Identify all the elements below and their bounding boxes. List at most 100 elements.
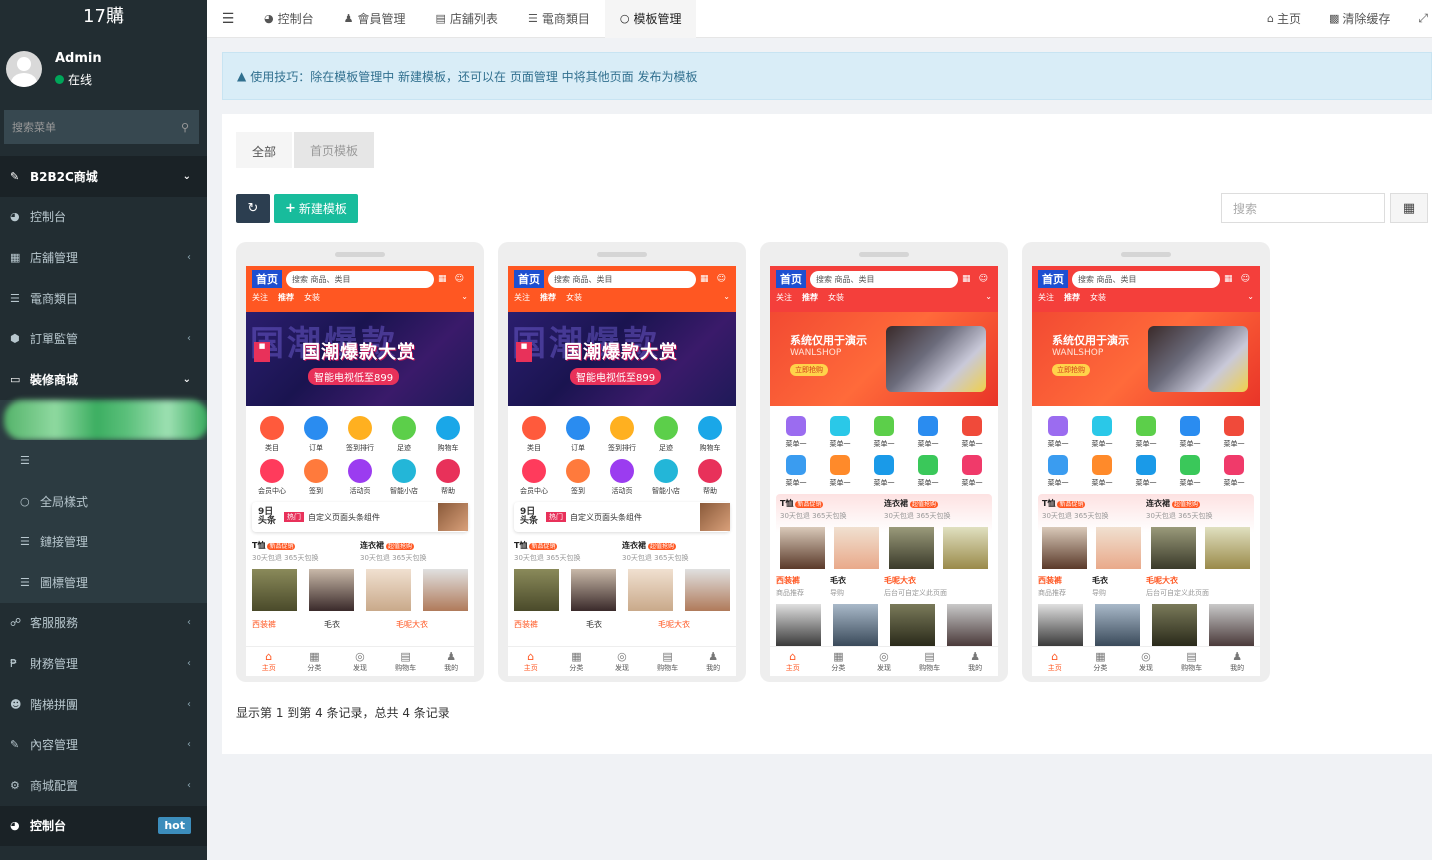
template-card[interactable]: 首页 搜索 商品、类目 ▦ ☺ 关注 推荐 女装 ⌄ 国潮爆款 ■ 国潮爆款大赏 智能电… [236, 242, 484, 682]
template-card[interactable]: 首页 搜索 商品、类目 ▦ ☺ 关注 推荐 女装 ⌄ 系统仅用于演示 WANLSHOP … [1022, 242, 1270, 682]
phone-search: 搜索 商品、类目 [286, 270, 434, 288]
phone-preview: 首页 搜索 商品、类目 ▦ ☺ 关注 推荐 女装 ⌄ 国潮爆款 ■ 国潮爆款大赏 智能电… [508, 266, 736, 676]
template-card[interactable]: 首页 搜索 商品、类目 ▦ ☺ 关注 推荐 女装 ⌄ 系统仅用于演示 WANLSHOP … [760, 242, 1008, 682]
chevron-left-icon: ‹ [187, 617, 191, 629]
tab-store-list[interactable]: ▤ 店舖列表 [421, 0, 513, 38]
blurred-region [4, 399, 207, 440]
tab-all[interactable]: 全部 [236, 132, 293, 168]
user-status: 在线 [55, 71, 102, 88]
phone-icon-grid: 类目 订单 签到排行 足迹 购物车 会员中心 签到 活动页 智能小店 帮助 [246, 406, 474, 496]
chevron-left-icon: ‹ [187, 698, 191, 710]
home-icon: ⌂ [527, 650, 535, 663]
home-icon: ⌂ [1266, 12, 1274, 25]
sidebar-menu: ✎ B2B2C商城 ⌄ ◕ 控制台 ▦ 店舖管理 ‹ ☰ 電商類目 ⬢ 訂單監管… [0, 156, 207, 847]
pagination-info: 显示第 1 到第 4 条记录，总共 4 条记录 [236, 706, 450, 720]
tab-template-management[interactable]: ○ 模板管理 [604, 0, 697, 38]
top-nav: ☰ ◕ 控制台 ♟ 會員管理 ▤ 店舖列表 ☰ 電商類目 ○ 模板管理 ⌂ 主页 ▩ 清除缓存… [207, 0, 1432, 38]
search-icon[interactable]: ⚲ [181, 121, 189, 134]
list-icon: ☰ [527, 12, 538, 25]
phone-home-label: 首页 [252, 270, 282, 288]
chevron-down-icon: ⌄ [985, 292, 992, 301]
message-icon: ☺ [716, 274, 726, 284]
cart-icon: ▤ [662, 650, 673, 663]
edit-icon: ✎ [10, 738, 20, 752]
cart-icon: ▤ [1186, 650, 1197, 663]
message-icon: ☺ [454, 274, 464, 284]
home-icon: ⌂ [265, 650, 273, 663]
template-card[interactable]: 首页 搜索 商品、类目 ▦ ☺ 关注 推荐 女装 ⌄ 国潮爆款 ■ 国潮爆款大赏 智能电… [498, 242, 746, 682]
banner-tag-icon: ■ [254, 342, 270, 362]
sidebar-item-blurred-2[interactable]: ☰ [0, 440, 207, 481]
columns-button[interactable]: ▦ [1390, 193, 1428, 223]
sidebar-item-decoration[interactable]: ▭ 裝修商城 ⌄ [0, 359, 207, 400]
chevron-down-icon: ⌄ [723, 292, 730, 301]
avatar [6, 51, 42, 87]
phone-preview: 首页 搜索 商品、类目 ▦ ☺ 关注 推荐 女装 ⌄ 国潮爆款 ■ 国潮爆款大赏 智能电… [246, 266, 474, 676]
banner-tag-icon: ■ [516, 342, 532, 362]
plus-icon: + [285, 201, 296, 216]
add-template-button[interactable]: + 新建模板 [274, 194, 358, 223]
phone-banner: 国潮爆款 ■ 国潮爆款大赏 智能电视低至899 [246, 312, 474, 406]
clear-cache-button[interactable]: ▩ 清除缓存 [1315, 10, 1404, 27]
sidebar-item-dashboard[interactable]: ◕ 控制台 [0, 197, 207, 238]
sidebar-item-orders[interactable]: ⬢ 訂單監管 ‹ [0, 318, 207, 359]
compass-icon: ◎ [355, 650, 365, 663]
sidebar-item-dashboard-hot[interactable]: ◕ 控制台 hot [0, 805, 207, 847]
image-icon: ☰ [20, 575, 30, 589]
tab-members[interactable]: ♟ 會員管理 [329, 0, 421, 38]
user-icon: ♟ [1232, 650, 1243, 663]
hot-badge: hot [158, 817, 191, 835]
phone-notice: 9日头条 热门 自定义页面头条组件 [252, 502, 468, 532]
sidebar-item-group-buy[interactable]: ☻ 階梯拼團 ‹ [0, 684, 207, 725]
sidebar-item-category[interactable]: ☰ 電商類目 [0, 278, 207, 319]
fullscreen-icon[interactable]: ⤢ [1404, 11, 1432, 26]
chevron-down-icon: ⌄ [1247, 292, 1254, 301]
sidebar-item-global-style[interactable]: ○ 全局樣式 [0, 480, 207, 522]
refresh-button[interactable]: ↻ [236, 194, 270, 223]
chevron-down-icon: ⌄ [182, 373, 191, 385]
chevron-down-icon: ⌄ [182, 170, 191, 182]
tip-text: 使用技巧：除在模板管理中 新建模板，还可以在 页面管理 中将其他页面 发布为模板 [250, 69, 698, 84]
user-icon: ♟ [708, 650, 719, 663]
grid-icon: ▦ [1095, 650, 1106, 663]
chevron-left-icon: ‹ [187, 333, 191, 345]
dashboard-icon: ◕ [264, 12, 274, 25]
brand-logo[interactable]: 17購 [0, 0, 207, 30]
list-icon: ☰ [10, 291, 20, 305]
user-icon: ♟ [446, 650, 457, 663]
chevron-left-icon: ‹ [187, 657, 191, 669]
phone-notch [335, 252, 385, 257]
message-icon: ☺ [1240, 274, 1250, 284]
gear-icon: ⚙ [10, 778, 20, 792]
tab-category[interactable]: ☰ 電商類目 [513, 0, 605, 38]
sidebar-item-service[interactable]: ☍ 客服服務 ‹ [0, 603, 207, 644]
compass-icon: ◎ [617, 650, 627, 663]
tab-dashboard[interactable]: ◕ 控制台 [249, 0, 329, 38]
home-link[interactable]: ⌂ 主页 [1253, 10, 1315, 27]
online-dot-icon [55, 74, 64, 84]
scan-icon: ▦ [962, 274, 971, 284]
circle-icon: ○ [20, 494, 30, 508]
sidebar-item-blurred[interactable] [0, 399, 207, 441]
sidebar-item-links[interactable]: ☰ 鏈接管理 [0, 521, 207, 562]
menu-toggle-icon[interactable]: ☰ [207, 11, 249, 27]
search-input[interactable]: 搜索 [1221, 193, 1385, 223]
menu-search-input[interactable]: 搜索菜单 ⚲ [4, 110, 199, 144]
grid-icon: ▦ [833, 650, 844, 663]
phone-preview: 首页 搜索 商品、类目 ▦ ☺ 关注 推荐 女装 ⌄ 系统仅用于演示 WANLSHOP … [770, 266, 998, 676]
tab-home-templates[interactable]: 首页模板 [294, 132, 375, 168]
sidebar-item-store[interactable]: ▦ 店舖管理 ‹ [0, 237, 207, 278]
dashboard-icon: ◕ [10, 819, 20, 833]
home-icon: ⌂ [1051, 650, 1059, 663]
phone-notch [859, 252, 909, 257]
user-icon: ♟ [970, 650, 981, 663]
sidebar-item-b2b2c[interactable]: ✎ B2B2C商城 ⌄ [0, 156, 207, 197]
circle-icon: ○ [619, 12, 630, 25]
toolbar: ↻ + 新建模板 [236, 194, 358, 223]
link-icon: ☰ [20, 535, 30, 549]
sidebar-item-icons[interactable]: ☰ 圖標管理 [0, 561, 207, 603]
dashboard-icon: ◕ [10, 210, 20, 224]
sidebar-item-settings[interactable]: ⚙ 商城配置 ‹ [0, 765, 207, 806]
sidebar-item-content[interactable]: ✎ 內容管理 ‹ [0, 724, 207, 765]
sidebar-item-finance[interactable]: ₱ 財務管理 ‹ [0, 643, 207, 684]
